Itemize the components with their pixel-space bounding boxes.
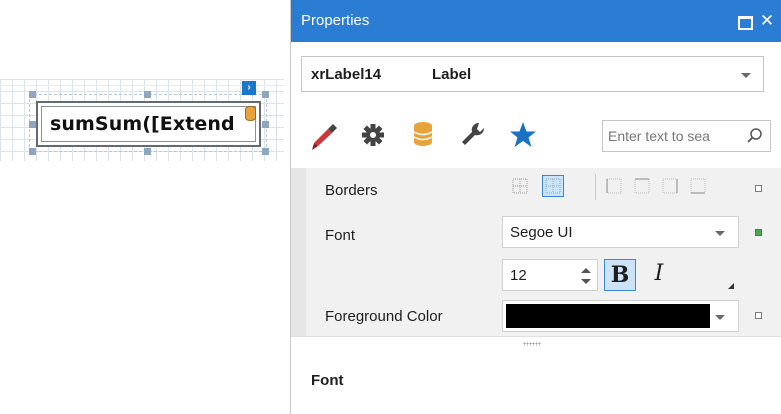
brush-icon <box>312 124 337 150</box>
font-label: Font <box>325 227 356 244</box>
resize-handle-ml[interactable] <box>29 121 36 128</box>
foreground-color-label: Foreground Color <box>325 308 443 325</box>
close-icon[interactable]: ✕ <box>756 10 778 32</box>
object-name: xrLabel14 <box>311 66 382 83</box>
gear-icon <box>362 124 384 146</box>
tab-favorites[interactable] <box>503 113 543 157</box>
font-size-value: 12 <box>510 267 527 284</box>
border-none-icon <box>512 178 528 194</box>
expand-font-icon[interactable] <box>728 283 734 289</box>
border-right-icon <box>662 178 678 194</box>
search-icon[interactable] <box>746 127 764 145</box>
tab-behavior[interactable] <box>353 113 393 157</box>
border-left-button[interactable] <box>603 175 625 197</box>
star-icon <box>510 122 536 147</box>
border-right-button[interactable] <box>659 175 681 197</box>
foreground-color-dropdown[interactable] <box>502 300 739 332</box>
border-bottom-icon <box>690 178 706 194</box>
font-family-dropdown[interactable]: Segoe UI <box>502 216 739 248</box>
data-binding-icon <box>245 106 256 121</box>
resize-handle-bl[interactable] <box>29 148 36 155</box>
resize-handle-tm[interactable] <box>144 91 151 98</box>
resize-handle-bm[interactable] <box>144 148 151 155</box>
borders-label: Borders <box>325 182 378 199</box>
chevron-down-icon <box>715 231 725 236</box>
smart-tag-button[interactable]: › <box>242 81 256 95</box>
tab-appearance[interactable] <box>305 113 345 157</box>
chevron-down-icon <box>741 73 751 78</box>
color-swatch <box>506 304 710 328</box>
tab-design[interactable] <box>453 113 493 157</box>
font-size-spinner[interactable]: 12 <box>502 259 598 291</box>
object-selector-dropdown[interactable]: xrLabel14 Label <box>301 56 764 92</box>
report-label-control[interactable]: sumSum([Extend <box>36 101 261 147</box>
description-splitter[interactable] <box>291 336 781 350</box>
font-modified-marker <box>755 229 762 236</box>
tab-data[interactable] <box>403 113 443 157</box>
properties-panel: Properties ✕ xrLabel14 Label Enter text … <box>290 0 781 414</box>
search-input[interactable] <box>608 125 743 147</box>
border-left-icon <box>606 178 622 194</box>
property-tabs <box>305 113 585 157</box>
border-all-icon <box>545 178 561 194</box>
label-expression-text: sumSum([Extend <box>50 113 235 135</box>
maximize-icon[interactable] <box>733 10 755 32</box>
border-all-button[interactable] <box>542 175 564 197</box>
resize-handle-tl[interactable] <box>29 91 36 98</box>
chevron-down-icon <box>715 315 725 320</box>
panel-title: Properties <box>301 12 370 29</box>
borders-default-marker <box>755 185 762 192</box>
bold-toggle-button[interactable]: B <box>604 259 636 291</box>
border-top-button[interactable] <box>631 175 653 197</box>
spin-up-icon[interactable] <box>581 268 591 273</box>
grip-icon <box>523 342 541 346</box>
resize-handle-tr[interactable] <box>262 91 269 98</box>
border-top-icon <box>634 178 650 194</box>
toolbar-separator <box>595 174 596 200</box>
border-none-button[interactable] <box>509 175 531 197</box>
border-bottom-button[interactable] <box>687 175 709 197</box>
panel-title-bar: Properties ✕ <box>291 0 781 42</box>
foreground-default-marker <box>755 312 762 319</box>
spin-down-icon[interactable] <box>581 279 591 284</box>
property-search-box[interactable] <box>602 120 771 152</box>
object-type: Label <box>432 66 472 83</box>
wrench-icon <box>462 122 485 145</box>
font-family-value: Segoe UI <box>510 224 573 241</box>
resize-handle-mr[interactable] <box>262 121 269 128</box>
category-gutter <box>291 168 306 336</box>
resize-handle-br[interactable] <box>262 148 269 155</box>
italic-toggle-button[interactable]: I <box>643 259 675 291</box>
database-icon <box>413 122 433 146</box>
description-title: Font <box>311 372 344 389</box>
